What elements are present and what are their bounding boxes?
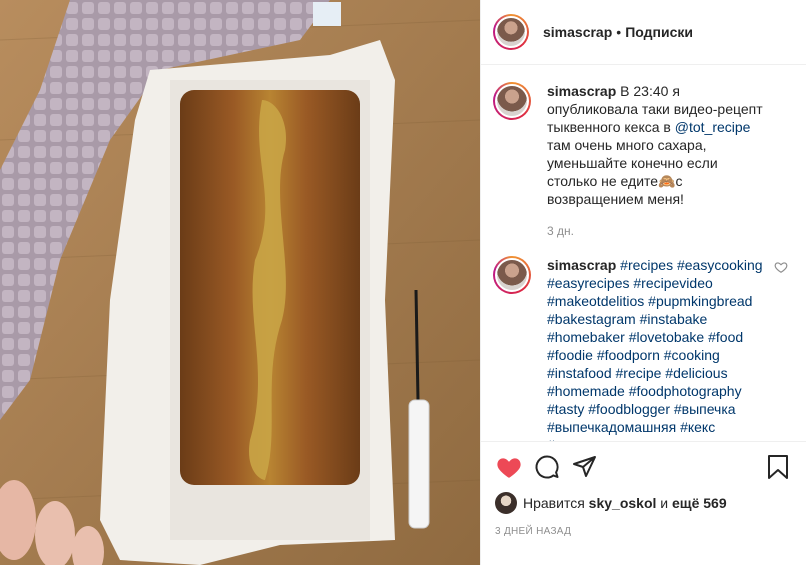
comment-icon	[535, 455, 559, 479]
share-button[interactable]	[571, 453, 599, 481]
caption-text-part2: ⁣⁣там очень много сахара, уменьшайте кон…	[547, 137, 718, 207]
share-icon	[573, 456, 596, 477]
post-header: simascrap • Подписки	[481, 0, 806, 65]
likes-prefix: Нравится	[523, 495, 585, 511]
caption-timestamp[interactable]: 3 дн.	[547, 222, 767, 240]
like-button[interactable]	[495, 453, 523, 481]
comments-list[interactable]: simascrap В 23:40 я опубликовала таки ви…	[481, 66, 806, 441]
caption-username[interactable]: simascrap	[547, 83, 616, 99]
header-separator: •	[616, 24, 622, 40]
cake-photo-image	[0, 0, 480, 565]
instagram-post: simascrap • Подписки simascrap В 23:40 я…	[0, 0, 806, 565]
author-avatar[interactable]	[493, 14, 529, 50]
bookmark-icon	[768, 455, 788, 479]
likes-conjunction: и	[660, 495, 669, 511]
following-button[interactable]: Подписки	[625, 24, 693, 40]
post-date[interactable]: 3 ДНЕЙ НАЗАД	[495, 526, 792, 537]
hashtags-text[interactable]: #recipes #easycooking #easyrecipes #reci…	[547, 257, 763, 441]
save-button[interactable]	[764, 453, 792, 481]
heart-icon	[497, 458, 521, 478]
liker-username[interactable]: sky_oskol	[589, 495, 657, 511]
likes-count-link[interactable]: ещё 569	[672, 495, 727, 511]
post-actions: Нравится sky_oskol и ещё 569 3 ДНЕЙ НАЗА…	[481, 441, 806, 537]
post-sidebar: simascrap • Подписки simascrap В 23:40 я…	[480, 0, 806, 565]
liker-avatar[interactable]	[495, 492, 517, 514]
hashtags-comment-username[interactable]: simascrap	[547, 257, 616, 273]
caption-comment: simascrap В 23:40 я опубликовала таки ви…	[493, 82, 794, 240]
caption-avatar[interactable]	[493, 82, 531, 120]
hashtags-comment: simascrap #recipes #easycooking #easyrec…	[493, 256, 794, 441]
caption-mention-link[interactable]: @tot_recipe	[675, 119, 751, 135]
comment-button[interactable]	[533, 453, 561, 481]
likes-summary: Нравится sky_oskol и ещё 569	[495, 492, 792, 514]
hashtags-comment-avatar[interactable]	[493, 256, 531, 294]
author-username[interactable]: simascrap	[543, 24, 612, 40]
comment-like-heart-icon[interactable]	[774, 260, 788, 274]
post-photo[interactable]	[0, 0, 480, 565]
